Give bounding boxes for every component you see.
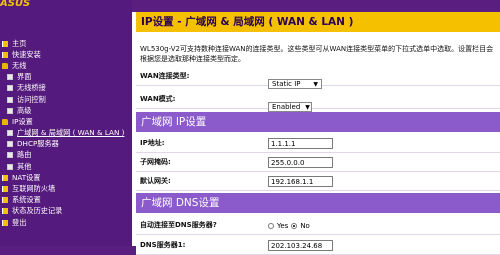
book-icon [2, 208, 8, 215]
sidebar-item-label: 互联网防火墙 [12, 184, 56, 194]
ip-address-row: IP地址: [136, 135, 500, 153]
sidebar-item-label: 无线 [12, 60, 27, 70]
sidebar-item[interactable]: 快速安装 [0, 49, 138, 60]
book-icon [2, 186, 8, 193]
wan-mode-value: Enabled [272, 103, 301, 111]
sidebar-item[interactable]: 状态及历史记录 [0, 206, 138, 217]
sidebar-item-label: 主页 [12, 38, 27, 48]
wan-type-value: Static IP [272, 80, 301, 88]
sidebar-item[interactable]: 无线桥接 [0, 83, 138, 94]
book-icon [2, 174, 8, 181]
sidebar-item-label: 快速安装 [12, 49, 41, 59]
wan-type-row: WAN连接类型: Static IP ▼ [136, 68, 500, 89]
doc-icon [7, 107, 13, 114]
page-title: IP设置 - 广域网 & 局域网 ( WAN & LAN ) [136, 12, 500, 32]
book-icon [2, 219, 8, 226]
sidebar-nav: 主页 快速安装 无线界面 无线桥接 访问控制 高级 IP设置广域网 & 局域网 ( WAN … [0, 38, 138, 228]
sidebar-item[interactable]: DHCP服务器 [0, 139, 138, 150]
top-banner [132, 0, 500, 12]
sidebar-item[interactable]: 广域网 & 局域网 ( WAN & LAN ) [0, 128, 138, 139]
sidebar: ASUS 主页 快速安装 无线界面 无线桥接 访问控制 高级 IP设置广域网 & 局域网 (… [0, 0, 138, 246]
folder-icon [2, 118, 8, 125]
wan-type-select[interactable]: Static IP ▼ [268, 79, 322, 89]
sidebar-item-label: 登出 [12, 217, 27, 227]
sidebar-item[interactable]: NAT设置 [0, 172, 138, 183]
sidebar-item[interactable]: 高级 [0, 105, 138, 116]
wan-mode-select[interactable]: Enabled ▼ [268, 102, 312, 112]
sidebar-item[interactable]: 系统设置 [0, 195, 138, 206]
sidebar-item[interactable]: 其他 [0, 161, 138, 172]
dns-auto-label: 自动连接至DNS服务器? [140, 221, 217, 229]
sidebar-item[interactable]: 访问控制 [0, 94, 138, 105]
sidebar-item[interactable]: 互联网防火墙 [0, 183, 138, 194]
doc-icon [7, 130, 13, 137]
sidebar-item[interactable]: 无线 [0, 60, 138, 71]
dns-server1-row: DNS服务器1: [136, 237, 500, 255]
doc-icon [7, 96, 13, 103]
sidebar-item-label: IP设置 [12, 116, 33, 126]
gateway-input[interactable] [268, 176, 333, 187]
gateway-row: 默认网关: [136, 173, 500, 191]
wan-mode-label: WAN模式: [140, 95, 176, 103]
dns-auto-yes-label: Yes [277, 222, 289, 230]
doc-icon [7, 74, 13, 81]
sidebar-item-label: 高级 [17, 105, 32, 115]
chevron-down-icon: ▼ [313, 80, 318, 88]
wan-mode-row: WAN模式: Enabled ▼ [136, 91, 500, 112]
subnet-mask-label: 子网掩码: [140, 158, 171, 166]
subnet-mask-input[interactable] [268, 157, 333, 168]
sidebar-item-label: NAT设置 [12, 172, 41, 182]
sidebar-item-label: 路由 [17, 150, 32, 160]
dns-auto-no-label: No [300, 222, 310, 230]
page-description: WL530g-V2可支持数种连接WAN的连接类型。这些类型可从WAN连接类型菜单… [140, 45, 494, 63]
ip-address-label: IP地址: [140, 139, 165, 147]
dns-auto-yes-radio[interactable] [268, 223, 274, 229]
sidebar-item-label: 广域网 & 局域网 ( WAN & LAN ) [17, 128, 125, 138]
dns-auto-radio-group: Yes No [268, 222, 310, 230]
book-icon [2, 40, 8, 47]
wan-type-label: WAN连接类型: [140, 72, 190, 80]
wan-ip-section-header: 广域网 IP设置 [136, 112, 500, 132]
ip-address-input[interactable] [268, 138, 333, 149]
sidebar-item-label: 无线桥接 [17, 83, 46, 93]
dns-auto-row: 自动连接至DNS服务器? Yes No [136, 217, 500, 235]
sidebar-item-label: 状态及历史记录 [12, 206, 63, 216]
sidebar-item-label: DHCP服务器 [17, 139, 59, 149]
gateway-label: 默认网关: [140, 177, 171, 185]
sidebar-item-label: 系统设置 [12, 195, 41, 205]
subnet-mask-row: 子网掩码: [136, 154, 500, 172]
doc-icon [7, 152, 13, 159]
sidebar-item[interactable]: 主页 [0, 38, 138, 49]
wan-dns-section-header: 广域网 DNS设置 [136, 193, 500, 213]
sidebar-item-label: 其他 [17, 161, 32, 171]
sidebar-item[interactable]: 登出 [0, 217, 138, 228]
sidebar-item-label: 界面 [17, 72, 32, 82]
sidebar-item[interactable]: IP设置 [0, 116, 138, 127]
book-icon [2, 197, 8, 204]
sidebar-item[interactable]: 路由 [0, 150, 138, 161]
doc-icon [7, 141, 13, 148]
folder-icon [2, 62, 8, 69]
doc-icon [7, 85, 13, 92]
asus-logo: ASUS [0, 0, 31, 9]
doc-icon [7, 163, 13, 170]
sidebar-item[interactable]: 界面 [0, 72, 138, 83]
chevron-down-icon: ▼ [305, 103, 310, 111]
book-icon [2, 51, 8, 58]
main-content: IP设置 - 广域网 & 局域网 ( WAN & LAN ) WL530g-V2… [132, 0, 500, 255]
dns-auto-no-radio[interactable] [291, 223, 298, 229]
sidebar-item-label: 访问控制 [17, 94, 46, 104]
